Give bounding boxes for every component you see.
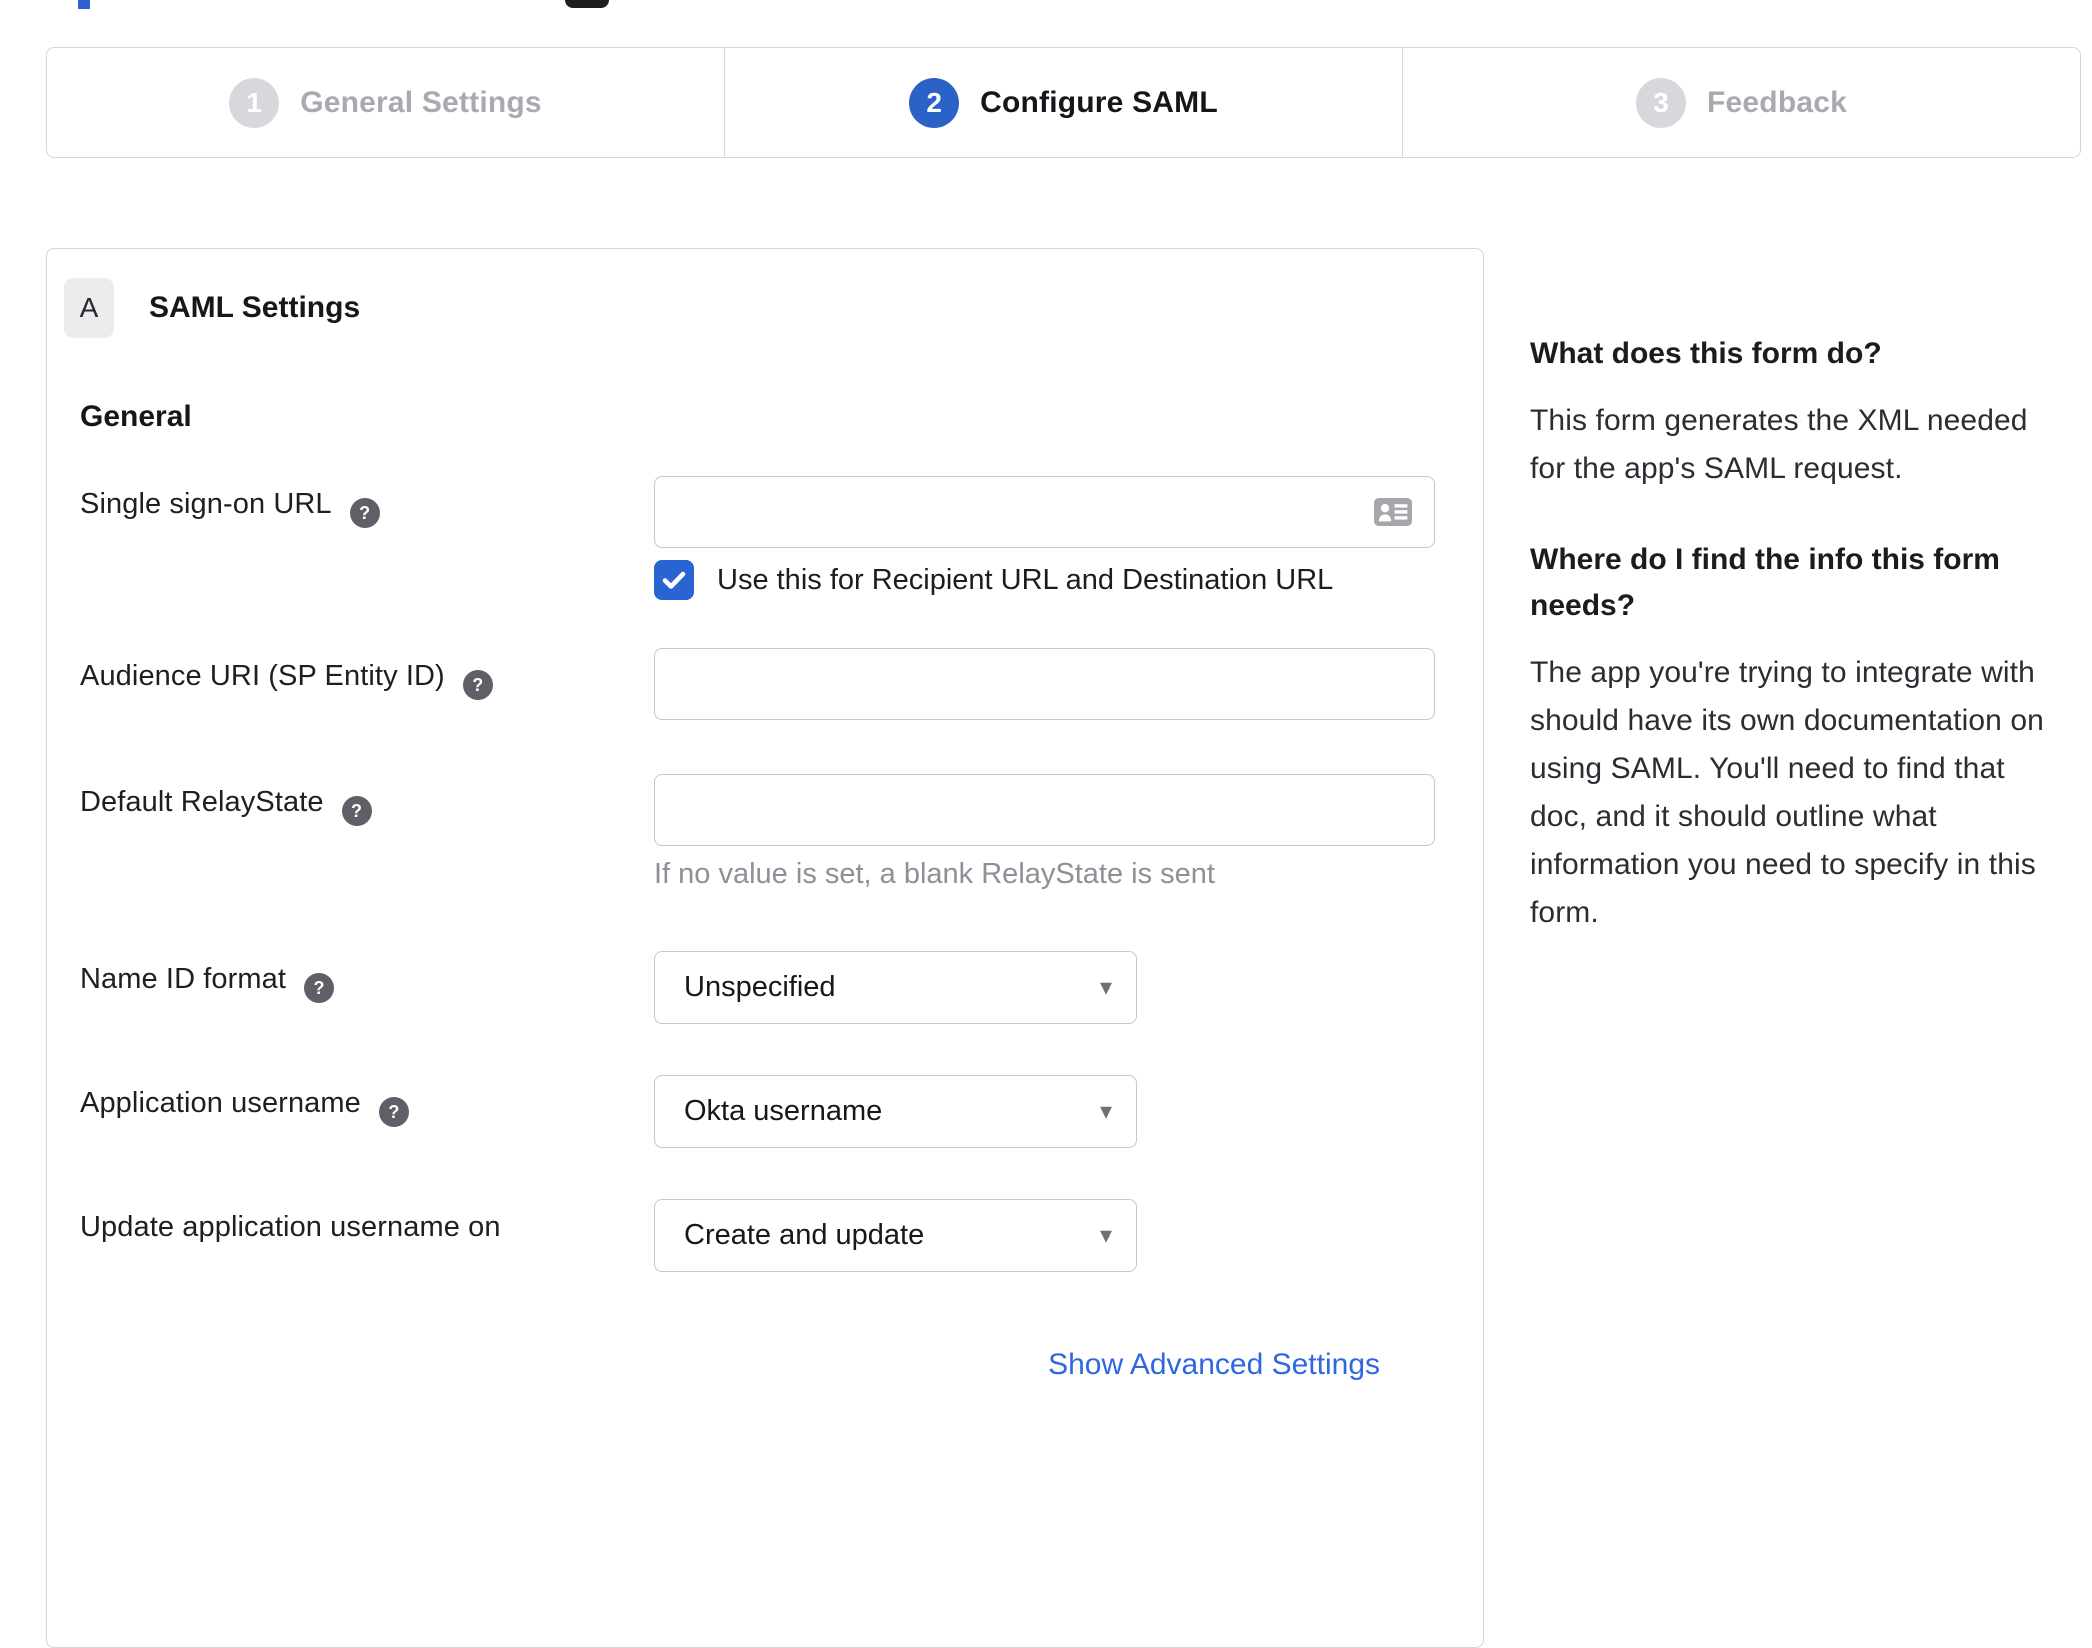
field-row-audience-uri: Audience URI (SP Entity ID)? [80, 648, 1435, 720]
help-icon[interactable]: ? [341, 796, 372, 826]
step-label: Feedback [1707, 85, 1847, 119]
help-body: This form generates the XML needed for t… [1530, 404, 2028, 485]
section-a-badge: A [64, 278, 114, 338]
field-label: Name ID format? [80, 951, 654, 1003]
step-feedback[interactable]: 3 Feedback [1402, 48, 2080, 157]
audience-uri-input[interactable] [654, 648, 1435, 720]
chevron-down-icon: ▾ [1099, 1097, 1112, 1125]
step-configure-saml[interactable]: 2 Configure SAML [724, 48, 1402, 157]
help-icon[interactable]: ? [462, 670, 493, 700]
help-section-where: Where do I find the info this form needs… [1530, 537, 2046, 937]
help-section-what: What does this form do? This form genera… [1530, 331, 2046, 493]
clipped-header-dark-artifact [565, 0, 609, 8]
clipped-header-blue-artifact [78, 0, 90, 9]
step-general-settings[interactable]: 1 General Settings [47, 48, 724, 157]
select-value: Unspecified [684, 971, 836, 1003]
saml-form: Single sign-on URL? Use this for Recipie… [80, 476, 1435, 1382]
recipient-destination-checkbox[interactable] [654, 560, 694, 600]
single-sign-on-url-input[interactable] [654, 476, 1435, 548]
field-label: Audience URI (SP Entity ID)? [80, 648, 654, 700]
help-body: The app you're trying to integrate with … [1530, 656, 2044, 929]
help-icon[interactable]: ? [349, 498, 380, 528]
contact-card-autofill-icon[interactable] [1373, 496, 1413, 528]
help-heading: Where do I find the info this form needs… [1530, 543, 2000, 622]
help-icon[interactable]: ? [378, 1097, 409, 1127]
application-username-select[interactable]: Okta username ▾ [654, 1075, 1137, 1148]
field-row-default-relaystate: Default RelayState? If no value is set, … [80, 774, 1435, 891]
field-label: Default RelayState? [80, 774, 654, 826]
section-header: A SAML Settings [64, 278, 1483, 338]
name-id-format-select[interactable]: Unspecified ▾ [654, 951, 1137, 1024]
help-heading: What does this form do? [1530, 337, 1882, 370]
chevron-down-icon: ▾ [1099, 973, 1112, 1001]
step-label: General Settings [300, 85, 542, 119]
default-relaystate-input[interactable] [654, 774, 1435, 846]
saml-settings-panel: A SAML Settings General Single sign-on U… [46, 248, 1484, 1648]
section-title: SAML Settings [149, 291, 361, 324]
show-advanced-settings-link[interactable]: Show Advanced Settings [1048, 1348, 1380, 1381]
checkbox-label: Use this for Recipient URL and Destinati… [717, 563, 1334, 596]
help-icon[interactable]: ? [304, 973, 335, 1003]
relaystate-hint: If no value is set, a blank RelayState i… [654, 858, 1215, 890]
field-label: Application username? [80, 1075, 654, 1127]
field-row-name-id-format: Name ID format? Unspecified ▾ [80, 951, 1433, 1024]
step-number-badge: 3 [1636, 77, 1686, 128]
field-row-single-sign-on-url: Single sign-on URL? Use this for Recipie… [80, 476, 1435, 600]
update-application-username-select[interactable]: Create and update ▾ [654, 1199, 1137, 1272]
field-row-application-username: Application username? Okta username ▾ [80, 1075, 1433, 1148]
chevron-down-icon: ▾ [1099, 1221, 1112, 1249]
field-row-update-application-username: Update application username on Create an… [80, 1199, 1433, 1272]
step-number-badge: 1 [229, 77, 280, 128]
help-sidebar: What does this form do? This form genera… [1530, 331, 2046, 937]
wizard-stepper: 1 General Settings 2 Configure SAML 3 Fe… [46, 47, 2081, 158]
step-label: Configure SAML [980, 85, 1218, 119]
step-number-badge: 2 [909, 77, 960, 128]
field-label: Single sign-on URL? [80, 476, 654, 528]
general-group-heading: General [80, 400, 192, 433]
field-label: Update application username on [80, 1211, 501, 1243]
select-value: Create and update [684, 1219, 925, 1251]
select-value: Okta username [684, 1095, 883, 1127]
